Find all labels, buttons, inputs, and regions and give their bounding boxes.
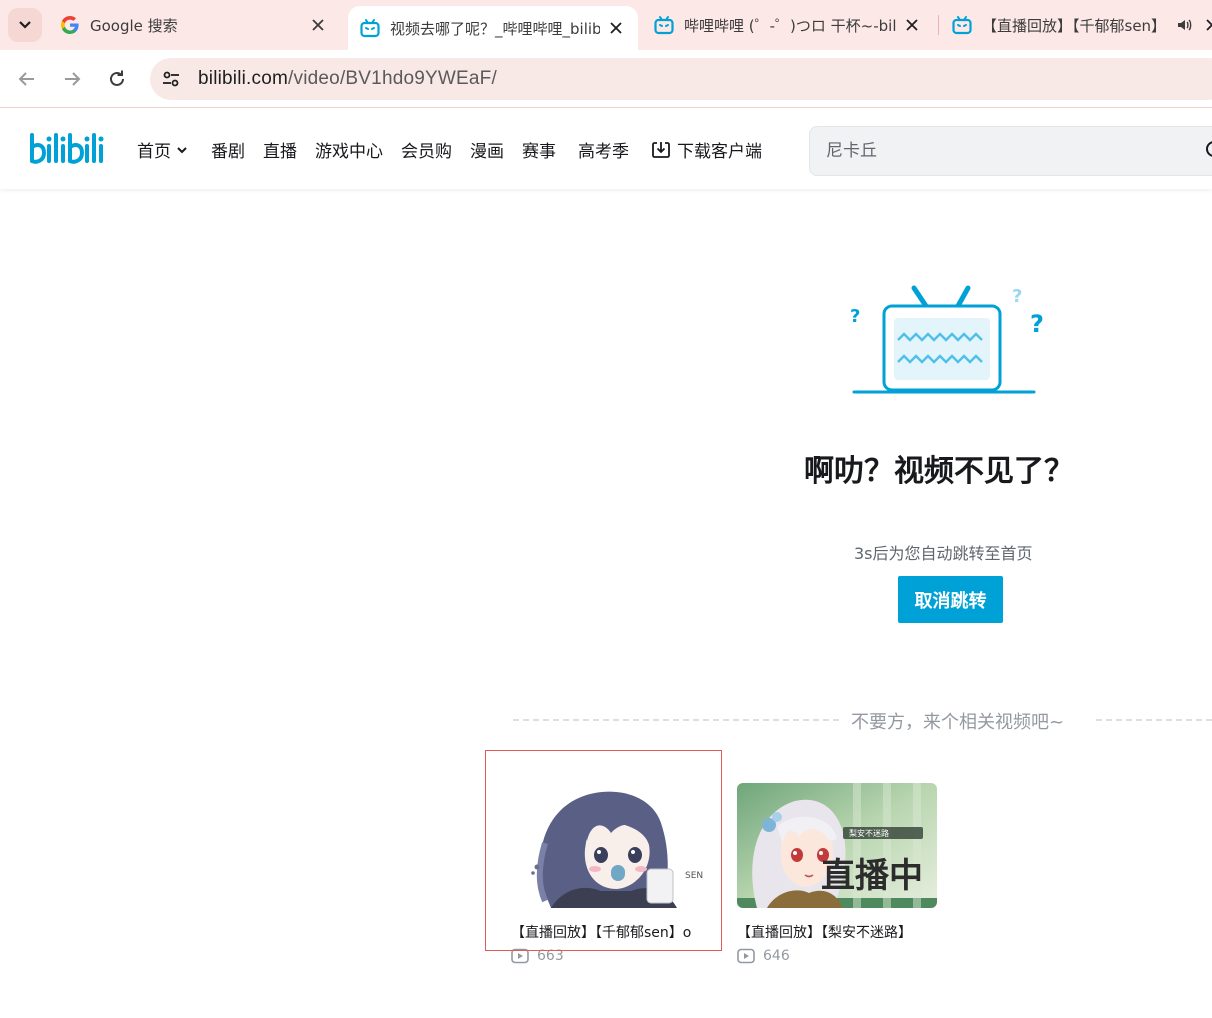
tab-title: 哔哩哔哩 (゜-゜)つロ 干杯~-bilibili	[684, 16, 896, 35]
video-stats: 646	[737, 948, 942, 964]
close-icon[interactable]	[1206, 19, 1212, 31]
nav-member-shop[interactable]: 会员购	[401, 137, 452, 162]
browser-tabstrip: Google 搜索 视频去哪了呢？_哔哩哔哩_bilibili 哔哩哔哩 (゜-…	[0, 0, 1212, 50]
thumbnail-art-sen: SEN	[511, 783, 711, 908]
nav-game-center[interactable]: 游戏中心	[315, 137, 383, 162]
tab-stream-replay[interactable]: 【直播回放】【千郁郁sen】	[940, 6, 1212, 44]
nav-esports[interactable]: 赛事	[522, 137, 556, 162]
url-text: bilibili.com/video/BV1hdo9YWEaF/	[198, 68, 497, 90]
play-count-icon	[511, 948, 529, 964]
tab-google[interactable]: Google 搜索	[48, 6, 340, 44]
svg-text:SEN: SEN	[685, 871, 703, 881]
search-bar	[809, 126, 1212, 176]
svg-text:梨安不迷路: 梨安不迷路	[849, 828, 889, 838]
view-count: 663	[537, 948, 564, 964]
nav-download-client[interactable]: 下载客户端	[651, 137, 762, 162]
video-title[interactable]: 【直播回放】【千郁郁sen】o	[511, 922, 716, 942]
nav-label: 下载客户端	[677, 142, 762, 162]
thumbnail-art-live: 梨安不迷路 直播中	[737, 783, 937, 908]
nav-live[interactable]: 直播	[263, 137, 297, 162]
download-icon	[651, 140, 671, 160]
nav-gaokao[interactable]: 高考季	[578, 137, 629, 162]
site-settings-button[interactable]	[154, 62, 188, 96]
error-title: 啊叻？视频不见了？	[804, 454, 1074, 489]
tab-video-missing[interactable]: 视频去哪了呢？_哔哩哔哩_bilibili	[348, 6, 638, 50]
forward-button[interactable]	[55, 62, 89, 96]
search-icon[interactable]	[1204, 139, 1212, 167]
browser-toolbar: bilibili.com/video/BV1hdo9YWEaF/	[0, 50, 1212, 108]
video-thumbnail[interactable]: 梨安不迷路 直播中	[737, 783, 937, 908]
tab-title: Google 搜索	[90, 16, 178, 35]
view-count: 646	[763, 948, 790, 964]
broken-tv-illustration: ? ? ?	[846, 282, 1056, 401]
google-icon	[61, 16, 79, 34]
divider-line-left	[513, 719, 839, 721]
bilibili-tv-icon	[952, 16, 972, 35]
video-thumbnail[interactable]: SEN	[511, 783, 711, 908]
nav-label: 首页	[137, 142, 171, 162]
tab-search-button[interactable]	[8, 8, 42, 42]
bilibili-tv-icon	[360, 19, 380, 38]
tab-separator	[938, 15, 939, 35]
search-input[interactable]	[826, 141, 1186, 161]
related-video-card[interactable]: 梨安不迷路 直播中 【直播回放】【梨安不迷路】 646	[737, 783, 942, 964]
nav-anime[interactable]: 番剧	[211, 137, 245, 162]
tab-title: 【直播回放】【千郁郁sen】	[982, 16, 1167, 35]
address-bar[interactable]: bilibili.com/video/BV1hdo9YWEaF/	[150, 58, 1212, 100]
divider-line-right	[1096, 719, 1212, 721]
arrow-right-icon	[65, 72, 81, 86]
close-icon[interactable]	[308, 15, 328, 35]
cancel-redirect-button[interactable]: 取消跳转	[898, 576, 1003, 623]
chevron-down-icon	[19, 21, 31, 29]
related-video-card[interactable]: SEN 【直播回放】【千郁郁sen】o 663	[511, 783, 716, 964]
play-count-icon	[737, 948, 755, 964]
video-title[interactable]: 【直播回放】【梨安不迷路】	[737, 922, 942, 942]
svg-text:?: ?	[1012, 286, 1022, 307]
site-header: 首页 番剧 直播 游戏中心 会员购 漫画 赛事 高考季 下载客户端	[0, 109, 1212, 189]
svg-text:直播中: 直播中	[821, 856, 923, 896]
url-path: /video/BV1hdo9YWEaF/	[288, 68, 497, 89]
arrow-left-icon	[18, 72, 34, 86]
related-heading: 不要方，来个相关视频吧~	[849, 708, 1067, 734]
back-button[interactable]	[10, 62, 44, 96]
speaker-icon[interactable]	[1176, 17, 1192, 33]
close-icon[interactable]	[902, 15, 922, 35]
svg-text:?: ?	[850, 306, 860, 327]
redirect-countdown-text: 3s后为您自动跳转至首页	[854, 544, 1033, 563]
bilibili-tv-icon	[654, 16, 674, 35]
nav-manga[interactable]: 漫画	[470, 137, 504, 162]
reload-icon	[110, 70, 124, 86]
tab-bilibili-home[interactable]: 哔哩哔哩 (゜-゜)つロ 干杯~-bilibili	[642, 6, 934, 44]
tune-icon	[163, 71, 179, 87]
nav-home[interactable]: 首页	[137, 137, 189, 162]
main-nav: 首页 番剧 直播 游戏中心 会员购 漫画 赛事 高考季 下载客户端	[137, 137, 784, 162]
chevron-down-icon	[175, 143, 189, 157]
svg-text:?: ?	[1030, 310, 1044, 338]
reload-button[interactable]	[100, 62, 134, 96]
video-stats: 663	[511, 948, 716, 964]
url-host: bilibili.com	[198, 68, 289, 89]
bilibili-logo[interactable]	[28, 129, 108, 173]
close-icon[interactable]	[606, 18, 626, 38]
tab-title: 视频去哪了呢？_哔哩哔哩_bilibili	[390, 19, 600, 38]
